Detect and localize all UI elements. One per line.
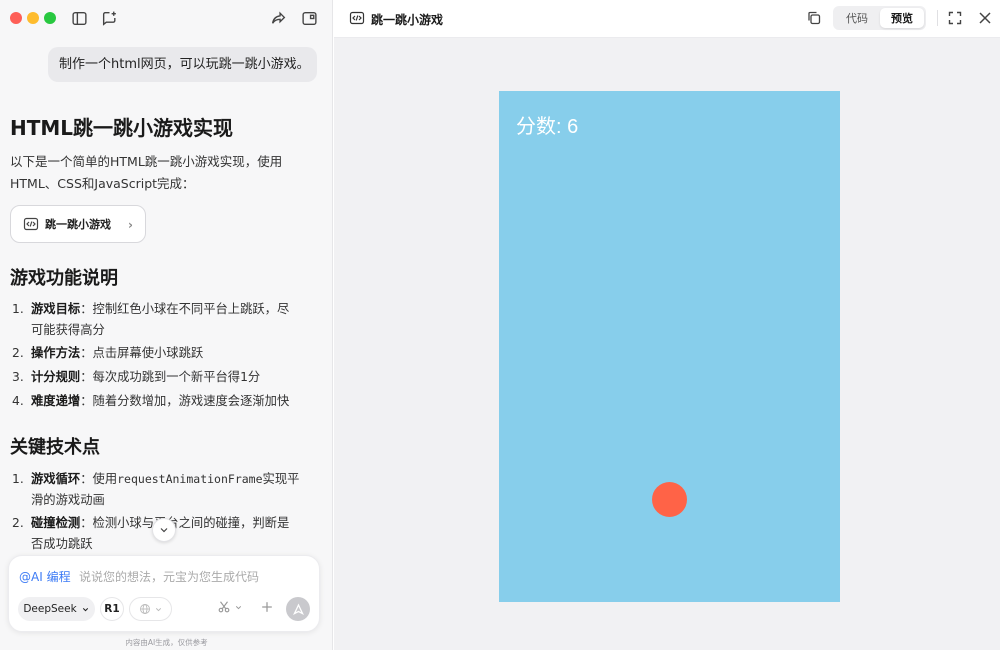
send-icon: [292, 603, 304, 615]
code-file-icon: [349, 10, 365, 26]
divider: [937, 10, 938, 26]
globe-icon: [139, 604, 150, 614]
player-ball: [652, 482, 687, 517]
fullscreen-icon[interactable]: [947, 10, 963, 26]
artifact-card[interactable]: 跳一跳小游戏 ›: [10, 205, 146, 243]
list-item: 4. 难度递增：随着分数增加，游戏速度会逐渐加快: [12, 394, 290, 408]
window-zoom-dot[interactable]: [44, 12, 56, 24]
user-message-bubble: 制作一个html网页，可以玩跳一跳小游戏。: [48, 47, 317, 82]
new-chat-icon[interactable]: [99, 8, 119, 28]
scroll-down-button[interactable]: [152, 518, 176, 542]
r1-toggle[interactable]: R1: [100, 597, 124, 621]
chevron-right-icon: ›: [128, 218, 133, 232]
plus-icon[interactable]: [260, 600, 274, 614]
chevron-down-icon: [82, 607, 88, 611]
list-item: 1. 游戏循环：使用requestAnimationFrame实现平 滑的游戏动画: [12, 472, 300, 507]
web-search-toggle[interactable]: [129, 597, 172, 621]
window-minimize-dot[interactable]: [27, 12, 39, 24]
window-close-dot[interactable]: [10, 12, 22, 24]
copy-icon[interactable]: [806, 10, 822, 26]
score-display: 分数: 6: [516, 116, 579, 138]
chat-input-box[interactable]: @AI 编程 说说您的想法，元宝为您生成代码 DeepSeek R1: [8, 555, 320, 632]
list-item: 2. 操作方法：点击屏幕使小球跳跃: [12, 346, 204, 360]
list-item: 1. 游戏目标：控制红色小球在不同平台上跳跃，尽 可能获得高分: [12, 302, 290, 337]
split-view-icon[interactable]: [299, 8, 319, 28]
game-canvas[interactable]: 分数: 6: [499, 91, 840, 602]
tab-preview[interactable]: 预览: [880, 8, 924, 28]
chevron-down-icon: [160, 528, 168, 533]
close-icon[interactable]: [977, 10, 993, 26]
share-icon[interactable]: [268, 8, 288, 28]
chat-panel: 制作一个html网页，可以玩跳一跳小游戏。 HTML跳一跳小游戏实现 以下是一个…: [0, 0, 333, 650]
code-file-icon: [23, 216, 39, 232]
ai-coding-tag[interactable]: @AI 编程: [19, 568, 71, 585]
response-heading: HTML跳一跳小游戏实现: [10, 116, 234, 140]
preview-panel: 跳一跳小游戏 代码 预览 分数: 6: [334, 0, 1000, 650]
sidebar-toggle-icon[interactable]: [69, 8, 89, 28]
preview-title: 跳一跳小游戏: [371, 13, 444, 27]
preview-header: 跳一跳小游戏 代码 预览: [334, 0, 1000, 38]
chat-input-placeholder[interactable]: 说说您的想法，元宝为您生成代码: [79, 568, 259, 585]
scissors-icon[interactable]: [217, 600, 243, 614]
tab-code[interactable]: 代码: [835, 8, 879, 28]
list-item: 3. 计分规则：每次成功跳到一个新平台得1分: [12, 370, 261, 384]
view-mode-toggle: 代码 预览: [833, 6, 926, 30]
model-select[interactable]: DeepSeek: [18, 597, 95, 621]
chevron-down-icon: [235, 605, 242, 609]
window-toolbar: [0, 0, 332, 36]
chevron-down-icon: [155, 607, 161, 611]
send-button[interactable]: [286, 597, 310, 621]
section-title-tech: 关键技术点: [10, 437, 100, 458]
section-title-features: 游戏功能说明: [10, 268, 118, 289]
intro-text-line1: 以下是一个简单的HTML跳一跳小游戏实现，使用: [10, 154, 283, 169]
artifact-card-label: 跳一跳小游戏: [45, 218, 111, 231]
ai-disclaimer: 内容由AI生成，仅供参考: [125, 638, 208, 647]
intro-text-line2: HTML、CSS和JavaScript完成：: [10, 176, 195, 191]
